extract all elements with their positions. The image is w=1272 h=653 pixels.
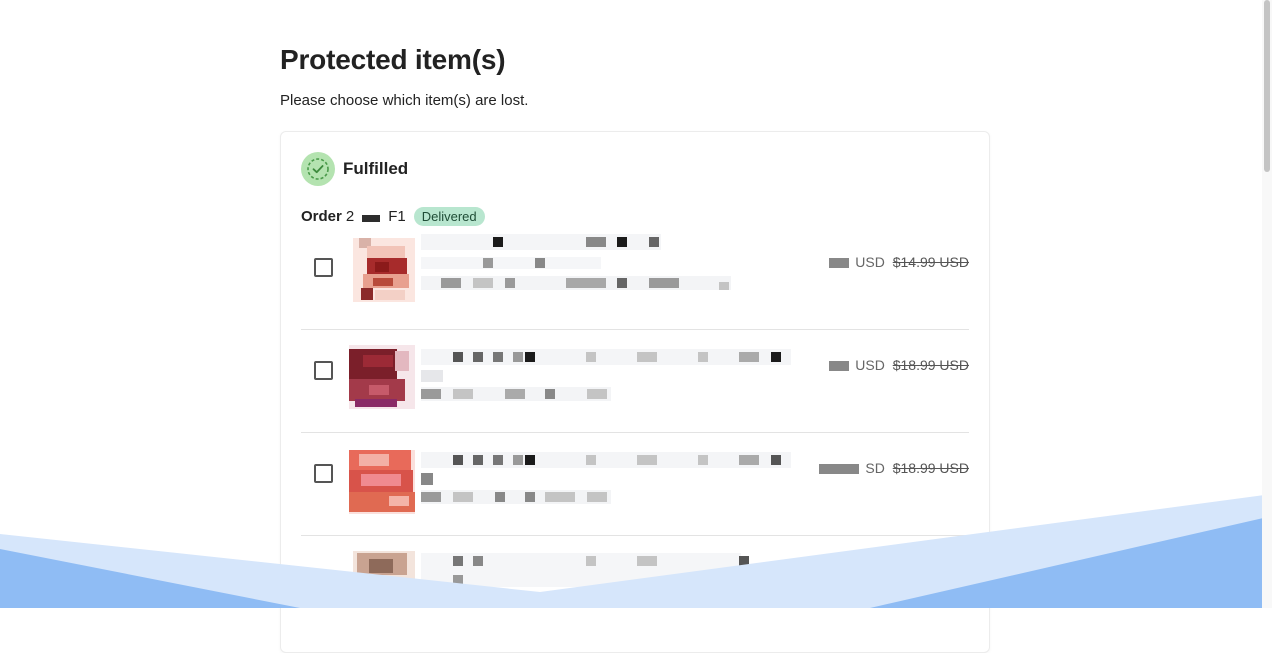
product-thumbnail	[353, 238, 415, 302]
order-number-suffix: F1	[388, 208, 406, 225]
item-checkbox[interactable]	[314, 258, 333, 277]
item-meta-redacted	[421, 490, 621, 504]
item-row: USD $18.99 USD	[301, 329, 969, 433]
item-price: USD $14.99 USD	[829, 254, 969, 270]
order-line: Order 2 F1 Delivered	[301, 207, 485, 226]
product-thumbnail	[353, 551, 415, 615]
page-subtitle: Please choose which item(s) are lost.	[280, 92, 529, 109]
item-meta-redacted	[421, 387, 621, 401]
order-number-prefix: 2	[345, 208, 355, 225]
item-row: SD $18.99 USD	[301, 432, 969, 536]
item-checkbox[interactable]	[314, 361, 333, 380]
order-label: Order	[301, 208, 342, 225]
item-title-redacted	[421, 234, 781, 250]
item-variant-redacted	[421, 472, 481, 485]
check-circle-icon	[301, 152, 335, 186]
item-title-redacted	[421, 452, 801, 468]
price-redaction	[829, 258, 850, 269]
price-redaction	[829, 361, 850, 372]
item-title-redacted	[421, 349, 801, 365]
item-currency: SD	[865, 460, 885, 476]
item-compare-price: $18.99 USD	[892, 460, 969, 476]
item-price: SD $18.99 USD	[819, 460, 969, 476]
product-thumbnail	[349, 450, 415, 514]
item-currency: USD	[855, 254, 885, 270]
item-row: USD $14.99 USD	[301, 226, 969, 330]
item-title-redacted	[421, 553, 761, 587]
item-meta-redacted	[421, 276, 741, 290]
item-compare-price: $14.99 USD	[892, 254, 969, 270]
fulfillment-status: Fulfilled	[301, 152, 408, 186]
item-variant-redacted	[421, 369, 481, 382]
delivered-badge: Delivered	[413, 207, 485, 226]
page-title: Protected item(s)	[280, 44, 506, 75]
wave-dark-left	[0, 549, 300, 608]
order-number-redaction	[362, 215, 381, 222]
item-currency: USD	[855, 357, 885, 373]
product-thumbnail	[349, 345, 415, 409]
price-redaction	[819, 464, 860, 475]
item-row	[301, 535, 969, 638]
scrollbar-thumb[interactable]	[1264, 0, 1270, 172]
item-price: USD $18.99 USD	[829, 357, 969, 373]
item-checkbox[interactable]	[314, 464, 333, 483]
item-variant-redacted	[421, 256, 721, 269]
item-compare-price: $18.99 USD	[892, 357, 969, 373]
fulfillment-card: Fulfilled Order 2 F1 Delivered USD $14.9…	[280, 131, 990, 653]
status-label: Fulfilled	[343, 159, 409, 178]
